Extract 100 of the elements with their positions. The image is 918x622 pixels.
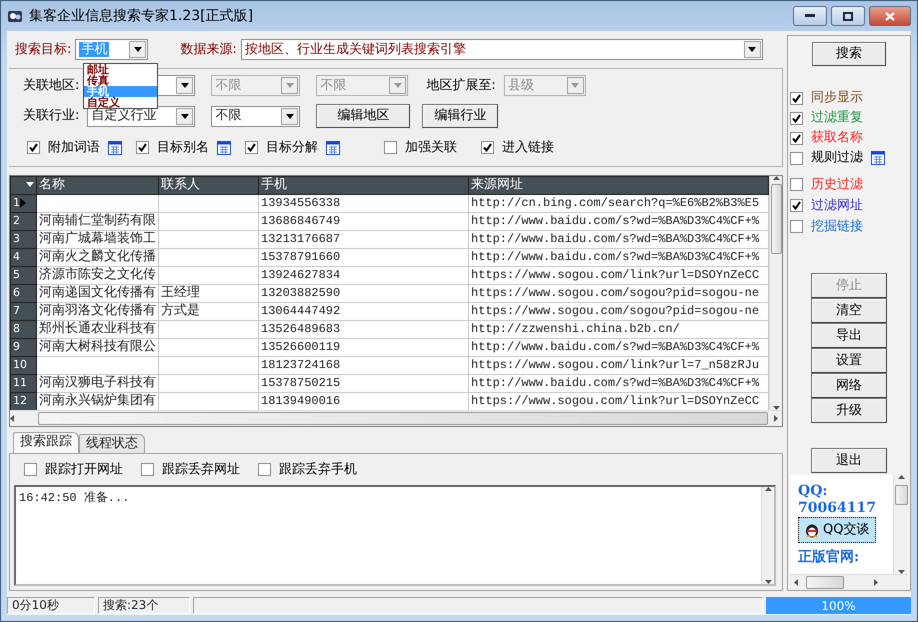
field-label: 地区扩展至: [426,76,496,95]
row-header[interactable]: 8 [10,320,36,338]
scroll-left-icon[interactable] [10,414,14,422]
checkbox-label[interactable]: 跟踪丢弃手机 [279,460,357,479]
table-cell: 13526489683 [258,320,468,338]
checkbox-label[interactable]: 跟踪丢弃网址 [162,460,240,479]
side-button[interactable]: 设置 [811,348,887,373]
table-cell: 13203882590 [258,284,468,302]
table-cell: 河南广城幕墙装饰工 [36,230,158,248]
row-header[interactable]: 3 [10,230,36,248]
row-header[interactable]: 6 [10,284,36,302]
horizontal-scrollbar[interactable] [10,410,782,426]
checkbox[interactable] [136,141,149,154]
row-header[interactable]: 2 [10,212,36,230]
search-button[interactable]: 搜索 [812,42,886,66]
checkbox[interactable] [27,141,40,154]
checkbox[interactable] [790,112,803,124]
row-header[interactable]: 9 [10,338,36,356]
checkbox[interactable] [24,462,37,476]
dropdown-field[interactable]: 按地区、行业生成关键词列表搜索引擎 [240,39,763,60]
checkbox-label[interactable]: 目标别名 [157,138,209,158]
table-cell: https://www.sogou.com/sogou?pid=sogou-ne [468,302,768,320]
table-icon[interactable] [326,140,340,155]
scroll-down-icon[interactable] [764,580,772,584]
checkbox[interactable] [258,462,271,476]
table-cell: 18123724168 [258,356,468,374]
scroll-right-icon[interactable] [774,414,778,422]
side-button[interactable]: 清空 [811,298,887,323]
minimize-button[interactable] [793,6,827,26]
column-header[interactable]: 来源网址 [468,176,768,194]
row-header[interactable]: 7 [10,302,36,320]
table-cell: 河南汉狮电子科技有 [36,374,158,392]
checkbox-label[interactable]: 过滤网址 [811,196,863,216]
checkbox[interactable] [384,141,397,154]
row-header[interactable]: 10 [10,356,36,374]
scroll-left-icon[interactable] [794,579,798,586]
scrollbar-thumb[interactable] [38,412,768,424]
checkbox[interactable] [790,199,803,212]
checkbox-label[interactable]: 附加词语 [48,138,100,158]
tab[interactable]: 线程状态 [79,434,145,452]
vertical-scrollbar[interactable] [761,487,774,584]
checkbox-label[interactable]: 跟踪打开网址 [45,460,123,479]
progress-reading: 100% [821,598,856,614]
field-label: 搜索目标: [15,40,72,59]
dropdown-field[interactable]: 不限 [211,106,300,126]
table-icon[interactable] [871,151,885,165]
row-header[interactable]: 5 [10,266,36,284]
qq-chat-button[interactable]: QQ交谈 [798,517,876,542]
maximize-button[interactable] [831,6,865,26]
checkbox-label[interactable]: 规则过滤 [811,148,863,168]
row-header[interactable]: 4 [10,248,36,266]
table-icon[interactable] [108,140,122,155]
scrollbar-thumb[interactable] [894,485,908,505]
edit-button[interactable]: 编辑地区 [316,104,410,128]
edit-button[interactable]: 编辑行业 [422,104,498,128]
checkbox[interactable] [481,141,494,154]
checkbox[interactable] [790,132,803,144]
row-header[interactable]: 12 [10,392,36,410]
checkbox-label[interactable]: 挖掘链接 [811,216,863,236]
field-label: 数据来源: [180,40,237,59]
column-header[interactable]: 联系人 [158,176,258,194]
checkbox[interactable] [141,462,154,476]
horizontal-scrollbar[interactable] [790,574,908,590]
checkbox[interactable] [790,220,803,233]
column-header[interactable]: 手机 [258,176,468,194]
checkbox[interactable] [790,178,803,191]
caret-icon [286,83,294,88]
scrollbar-thumb[interactable] [770,184,782,254]
table-cell: https://www.sogou.com/link?url=DSOYnZeCC [468,266,768,284]
table-icon[interactable] [217,140,231,155]
row-header[interactable]: 11 [10,374,36,392]
dropdown-option[interactable]: 邮址 [84,64,157,75]
dropdown-option[interactable]: 自定义 [84,97,157,108]
scroll-right-icon[interactable] [874,579,878,586]
vertical-scrollbar[interactable] [893,475,908,574]
exit-button[interactable]: 退出 [811,448,887,473]
tab[interactable]: 搜索跟踪 [13,432,79,452]
checkbox-label[interactable]: 加强关联 [405,138,457,158]
column-header[interactable]: 名称 [36,176,158,194]
checkbox-label[interactable]: 目标分解 [266,138,318,158]
scrollbar-thumb[interactable] [806,576,844,589]
checkbox-label[interactable]: 同步显示 [811,88,863,108]
dropdown-option[interactable]: 传真 [84,75,157,86]
vertical-scrollbar[interactable] [769,176,782,410]
checkbox-label[interactable]: 进入链接 [502,138,554,158]
scroll-up-icon[interactable] [772,176,780,180]
side-button[interactable]: 导出 [811,323,887,348]
side-button[interactable]: 网络 [811,373,887,398]
scroll-up-icon[interactable] [898,475,904,479]
table-cell: 济源市陈安之文化传 [36,266,158,284]
checkmark-icon [247,143,256,152]
checkbox[interactable] [790,92,803,104]
checkbox[interactable] [245,141,258,154]
scroll-up-icon[interactable] [764,487,772,491]
row-header[interactable]: 1 [10,194,36,212]
table-cell: http://www.baidu.com/s?wd=%BA%D3%C4%CF+% [468,248,768,266]
table-cell: 河南火之麟文化传播 [36,248,158,266]
side-button[interactable]: 升级 [811,398,887,423]
close-button[interactable] [869,6,911,26]
checkbox[interactable] [790,152,803,164]
